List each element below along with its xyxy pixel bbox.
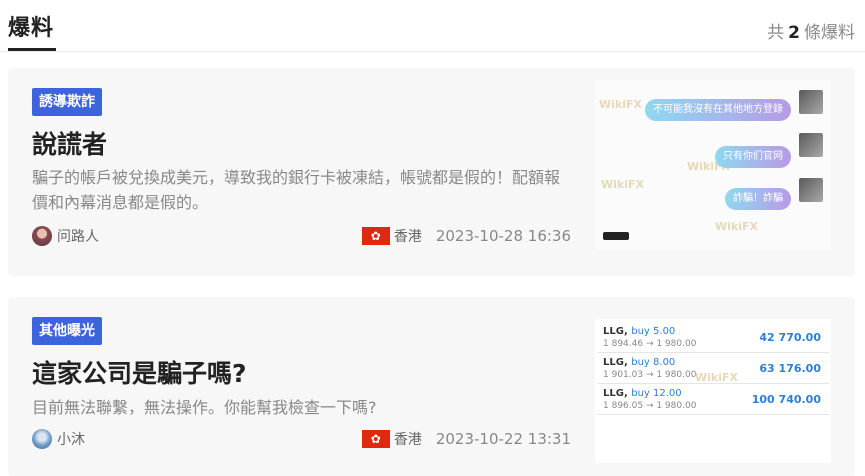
region-label: 香港	[393, 432, 422, 448]
trade-side: buy 12.00	[631, 388, 682, 399]
hong-kong-flag-icon: ✿	[361, 227, 390, 245]
post-title[interactable]: 這家公司是騙子嗎?	[32, 354, 247, 390]
trade-symbol: LLG,	[603, 388, 628, 399]
trade-profit: 63 176.00	[759, 362, 821, 375]
watermark: WikiFX	[601, 178, 644, 191]
count-suffix: 條爆料	[804, 23, 855, 43]
post-timestamp: 2023-10-22 13:31	[435, 430, 571, 448]
post-thumbnail[interactable]: WikiFX WikiFX WikiFX WikiFX 不可能我沒有在其他地方登…	[595, 80, 831, 250]
trade-side: buy 5.00	[631, 326, 676, 337]
trade-side: buy 8.00	[631, 357, 676, 368]
post-timestamp: 2023-10-28 16:36	[435, 227, 571, 245]
exposure-card[interactable]: 誘導欺詐 說謊者 騙子的帳戶被兌換成美元，導致我的銀行卡被凍結，帳號都是假的！配…	[8, 68, 855, 276]
user-avatar-icon[interactable]	[32, 226, 52, 246]
chat-bubble: 不可能我沒有在其他地方登錄	[645, 99, 791, 121]
chat-bubble: 詐騙！詐騙	[725, 188, 791, 210]
post-count: 共 2 條爆料	[767, 18, 855, 43]
trade-prices: 1 894.46 → 1 980.00	[603, 339, 697, 349]
trade-profit: 42 770.00	[759, 331, 821, 344]
chat-avatar	[799, 133, 823, 157]
post-thumbnail[interactable]: LLG, buy 5.00 1 894.46 → 1 980.00 42 770…	[595, 319, 831, 463]
post-meta: 问路人 ✿ 香港 2023-10-28 16:36	[32, 224, 571, 248]
exposure-card[interactable]: 其他曝光 這家公司是騙子嗎? 目前無法聯繫，無法操作。你能幫我檢查一下嗎? 小沐…	[8, 297, 855, 476]
watermark: WikiFX	[695, 371, 738, 384]
author-name[interactable]: 问路人	[57, 226, 99, 246]
post-description: 騙子的帳戶被兌換成美元，導致我的銀行卡被凍結，帳號都是假的！配額報價和內幕消息都…	[32, 168, 561, 212]
count-prefix: 共	[767, 23, 785, 43]
trade-symbol: LLG,	[603, 326, 628, 337]
active-tab-underline	[8, 48, 56, 51]
trade-profit: 100 740.00	[751, 393, 821, 406]
category-tag[interactable]: 其他曝光	[32, 317, 102, 345]
watermark: WikiFX	[599, 98, 642, 111]
trade-prices: 1 896.05 → 1 980.00	[603, 401, 697, 411]
user-avatar-icon[interactable]	[32, 429, 52, 449]
author-name[interactable]: 小沐	[57, 429, 85, 449]
watermark: WikiFX	[715, 220, 758, 233]
trade-prices: 1 901.03 → 1 980.00	[603, 370, 697, 380]
count-number: 2	[788, 23, 800, 43]
trade-symbol: LLG,	[603, 357, 628, 368]
trade-row: LLG, buy 5.00 1 894.46 → 1 980.00 42 770…	[597, 323, 829, 353]
category-tag[interactable]: 誘導欺詐	[32, 88, 102, 116]
post-title[interactable]: 說謊者	[32, 125, 107, 161]
page-title: 爆料	[8, 16, 55, 41]
sunglasses-icon	[603, 232, 629, 240]
post-meta: 小沐 ✿ 香港 2023-10-22 13:31	[32, 427, 571, 451]
hong-kong-flag-icon: ✿	[361, 430, 390, 448]
chat-avatar	[799, 90, 823, 114]
page-header: 爆料 共 2 條爆料	[0, 0, 865, 52]
chat-bubble: 只有你们官网	[715, 146, 791, 168]
region-label: 香港	[393, 229, 422, 245]
post-description: 目前無法聯繫，無法操作。你能幫我檢查一下嗎?	[32, 398, 377, 417]
trade-row: LLG, buy 12.00 1 896.05 → 1 980.00 100 7…	[597, 385, 829, 415]
chat-avatar	[799, 178, 823, 202]
